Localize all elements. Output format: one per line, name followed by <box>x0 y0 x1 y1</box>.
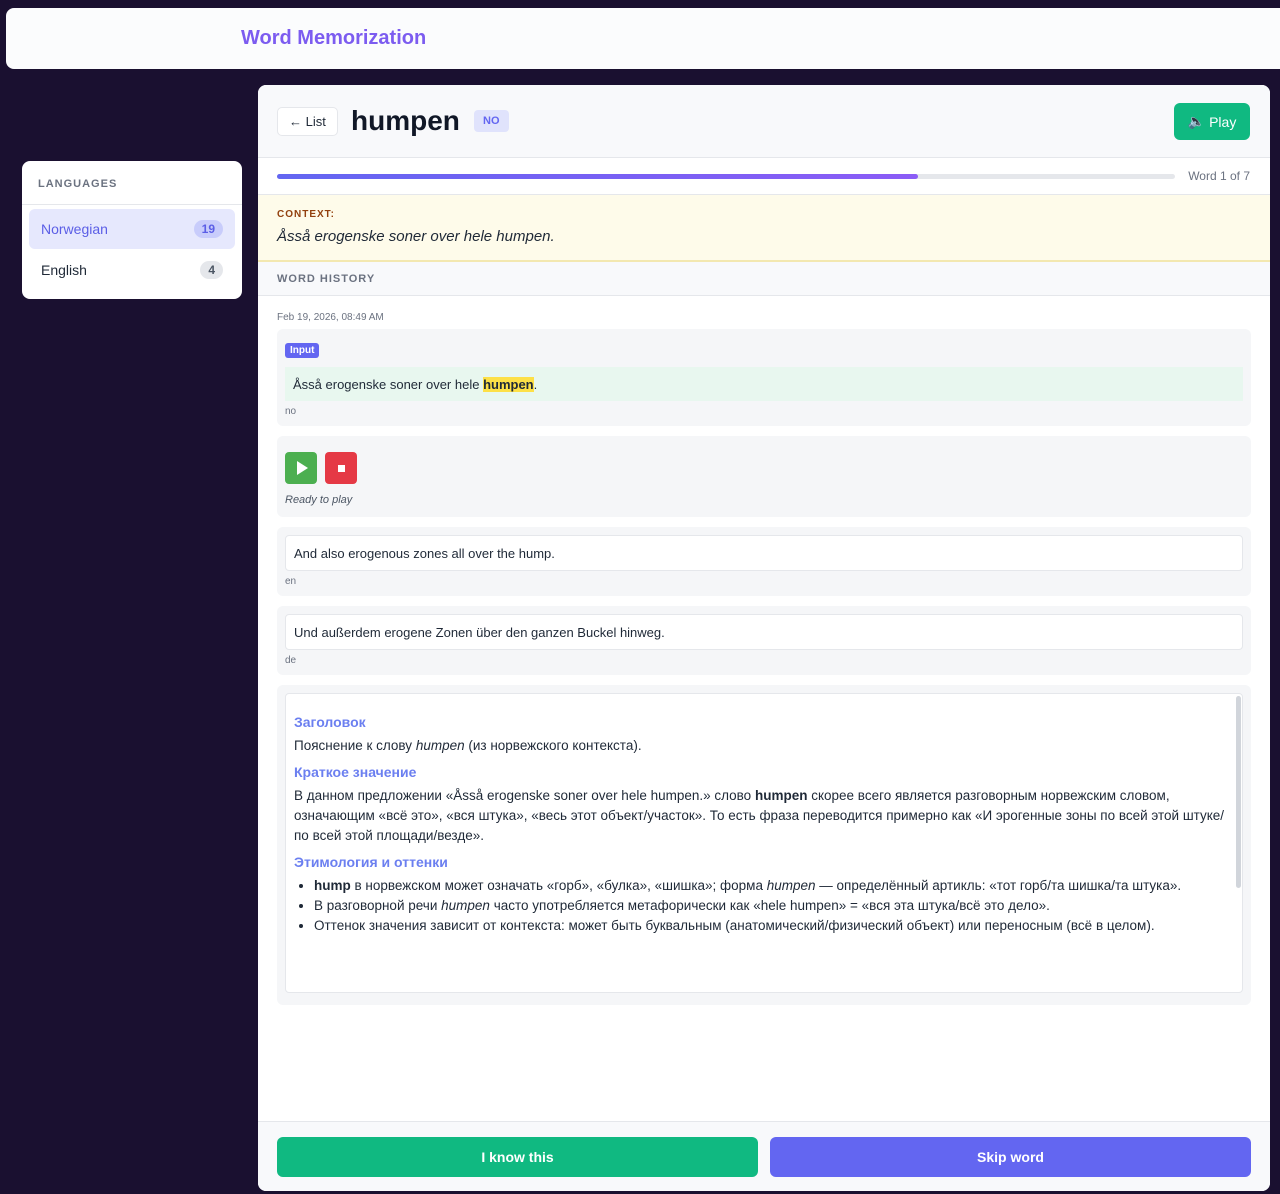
speaker-icon: 🔈 <box>1187 113 1206 129</box>
sentence-text: . <box>533 377 538 392</box>
highlighted-word: humpen <box>483 377 534 392</box>
play-label: Play <box>1209 113 1237 130</box>
sidebar-item-english[interactable]: English 4 <box>29 250 235 290</box>
play-button[interactable]: 🔈 Play <box>1174 103 1250 140</box>
context-text: Åsså erogenske soner over hele humpen. <box>277 228 555 245</box>
app-title: Word Memorization <box>241 27 427 49</box>
list-item: Оттенок значения зависит от контекста: м… <box>314 916 1234 936</box>
progress-bar <box>277 174 1175 179</box>
stop-icon <box>337 464 345 472</box>
language-label: English <box>41 262 87 278</box>
context-box: CONTEXT: Åsså erogenske soner over hele … <box>258 195 1270 262</box>
i-know-this-button[interactable]: I know this <box>277 1137 758 1177</box>
section-heading: Краткое значение <box>294 764 417 780</box>
bullet-list: hump в норвежском может означать «горб»,… <box>294 876 1234 936</box>
word-header: ← List humpen NO 🔈 Play <box>258 85 1270 158</box>
scrollbar[interactable] <box>1236 696 1241 888</box>
translation-text: Und außerdem erogene Zonen über den ganz… <box>285 614 1243 650</box>
back-to-list-button[interactable]: ← List <box>277 107 338 136</box>
language-code: no <box>285 406 297 417</box>
input-card: Input Åsså erogenske soner over hele hum… <box>277 329 1251 426</box>
translation-text: And also erogenous zones all over the hu… <box>285 535 1243 571</box>
progress-section: Word 1 of 7 <box>258 158 1270 195</box>
word-history-heading: WORD HISTORY <box>258 262 1270 296</box>
sentence-text: Åsså erogenske soner over hele <box>293 377 484 392</box>
input-tag: Input <box>285 343 320 358</box>
paragraph: Пояснение к слову humpen (из норвежского… <box>294 738 642 753</box>
section-heading: Этимология и оттенки <box>294 854 448 870</box>
language-badge: NO <box>474 110 509 132</box>
top-bar: Word Memorization <box>6 8 1280 69</box>
language-code: en <box>285 576 297 587</box>
play-icon <box>297 461 308 475</box>
action-footer: I know this Skip word <box>258 1121 1270 1191</box>
list-item: hump в норвежском может означать «горб»,… <box>314 876 1234 896</box>
count-badge: 19 <box>193 220 223 238</box>
word-counter: Word 1 of 7 <box>1188 169 1250 183</box>
history-date: Feb 19, 2026, 08:49 AM <box>277 312 384 323</box>
audio-status: Ready to play <box>285 494 353 506</box>
skip-word-button[interactable]: Skip word <box>770 1137 1251 1177</box>
input-sentence: Åsså erogenske soner over hele humpen. <box>285 367 1243 401</box>
audio-stop-button[interactable] <box>325 452 357 484</box>
word-panel: ← List humpen NO 🔈 Play Word 1 of 7 CONTE… <box>258 85 1270 1191</box>
language-code: de <box>285 655 297 666</box>
translation-card-en: And also erogenous zones all over the hu… <box>277 527 1251 596</box>
sidebar-item-norwegian[interactable]: Norwegian 19 <box>29 209 235 249</box>
count-badge: 4 <box>200 261 223 279</box>
list-item: В разговорной речи humpen часто употребл… <box>314 896 1234 916</box>
context-label: CONTEXT: <box>277 209 335 220</box>
language-label: Norwegian <box>41 221 108 237</box>
explanation-content[interactable]: Заголовок Пояснение к слову humpen (из н… <box>285 693 1243 993</box>
explanation-card: Заголовок Пояснение к слову humpen (из н… <box>277 685 1251 1005</box>
languages-sidebar: LANGUAGES Norwegian 19 English 4 <box>22 161 242 299</box>
translation-card-de: Und außerdem erogene Zonen über den ganz… <box>277 606 1251 675</box>
word-title: humpen <box>351 105 460 136</box>
paragraph: В данном предложении «Åsså erogenske son… <box>294 788 1225 843</box>
sidebar-heading: LANGUAGES <box>22 161 242 205</box>
audio-card: Ready to play <box>277 436 1251 517</box>
section-heading: Заголовок <box>294 714 366 730</box>
progress-fill <box>277 174 919 179</box>
audio-play-button[interactable] <box>285 452 317 484</box>
